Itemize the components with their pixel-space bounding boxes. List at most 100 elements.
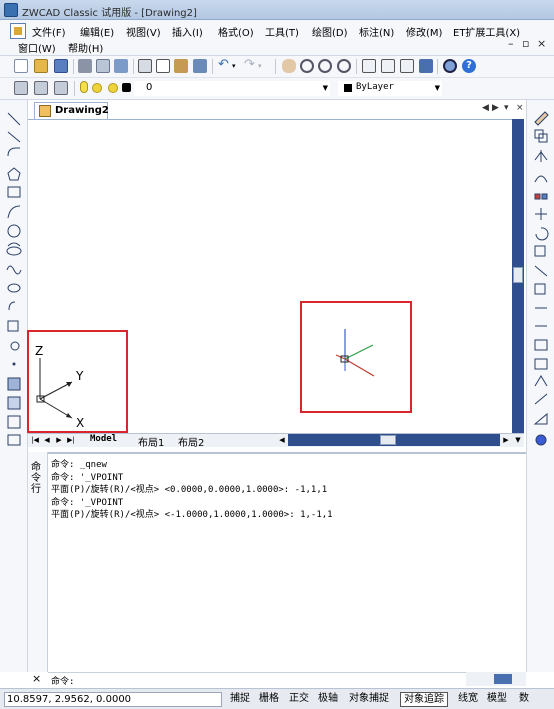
draw-toolbar [0,100,28,672]
help-icon[interactable]: ? [462,59,476,73]
scrollbar-thumb[interactable] [513,267,523,283]
draw-toolbar-icons [6,112,22,446]
make-block-icon [10,341,20,351]
scrollbar-thumb[interactable] [494,674,512,684]
menu-window[interactable]: 窗口(W) [18,40,56,55]
freeze-icon[interactable] [108,83,118,93]
copy-icon[interactable] [156,59,170,73]
prev-tab-button[interactable]: ◀ [42,435,52,446]
region-icon [7,415,21,429]
chevron-down-icon: ▼ [322,84,328,92]
menu-help[interactable]: 帮助(H) [68,40,103,55]
scroll-right-button[interactable]: ▶ [500,434,512,446]
model-button[interactable]: 模型 [484,692,510,707]
layer-manager-icon[interactable] [14,81,28,95]
command-history-line: 命令: _qnew [51,460,107,470]
otrack-button[interactable]: 对象追踪 [400,692,448,707]
command-prompt: 命令: [51,677,75,687]
minimize-button[interactable]: – [508,37,514,50]
open-icon[interactable] [34,59,48,73]
ortho-button[interactable]: 正交 [286,692,312,707]
undo-icon[interactable]: ↶ [218,58,232,73]
save-icon[interactable] [54,59,68,73]
last-tab-button[interactable]: ▶| [66,435,76,446]
insert-block-icon [7,320,19,332]
first-tab-button[interactable]: |◀ [30,435,40,446]
command-scrollbar[interactable] [514,454,526,670]
tab-layout2[interactable]: 布局2 [178,434,204,449]
layer-dropdown[interactable]: 0 ▼ [134,81,330,96]
pan-icon[interactable] [282,59,296,73]
ellipse-arc-icon [7,283,21,293]
close-doc-button[interactable]: × [537,37,546,50]
line-icon [7,112,21,126]
redo-dropdown-icon[interactable]: ▾ [258,59,272,73]
toolbar-separator [73,59,74,74]
zoom-icon[interactable] [443,59,457,73]
calculator-icon[interactable] [419,59,433,73]
canvas-horizontal-scrollbar[interactable] [276,434,512,446]
menu-insert[interactable]: 插入(I) [172,24,203,39]
digitizer-button[interactable]: 数 [516,692,532,707]
polar-button[interactable]: 极轴 [315,692,341,707]
design-center-icon[interactable] [381,59,395,73]
tab-layout1[interactable]: 布局1 [138,434,164,449]
menu-format[interactable]: 格式(O) [218,24,254,39]
snap-button[interactable]: 捕捉 [227,692,253,707]
zoom-previous-icon[interactable] [337,59,351,73]
command-input[interactable]: 命令: [48,672,466,687]
paste-icon[interactable] [174,59,188,73]
print-preview-icon[interactable] [96,59,110,73]
close-icon[interactable]: × [32,672,41,685]
lineweight-button[interactable]: 线宽 [455,692,481,707]
make-current-icon[interactable] [54,81,68,95]
properties-icon[interactable] [362,59,376,73]
menu-modify[interactable]: 修改(M) [406,24,442,39]
zoom-window-icon[interactable] [318,59,332,73]
rotate-icon [535,227,549,241]
light-bulb-icon[interactable] [80,81,88,93]
document-icon[interactable] [10,23,26,39]
tab-model[interactable]: Model [90,434,117,447]
scale-icon [534,245,546,257]
layer-previous-icon[interactable] [34,81,48,95]
osnap-button[interactable]: 对象捕捉 [346,692,392,707]
explode-icon [533,412,548,425]
canvas-vertical-scrollbar[interactable] [512,119,524,433]
menu-view[interactable]: 视图(V) [126,24,161,39]
menu-tools[interactable]: 工具(T) [265,24,299,39]
color-swatch [344,84,352,92]
publish-icon[interactable] [114,59,128,73]
redo-icon[interactable]: ↷ [244,58,258,73]
print-icon[interactable] [78,59,92,73]
menu-file[interactable]: 文件(F) [32,24,66,39]
command-history-line: 平面(P)/旋转(R)/<视点> <0.0000,0.0000,1.0000>:… [51,485,328,495]
grid-button[interactable]: 栅格 [256,692,282,707]
new-icon[interactable] [14,59,28,73]
command-horizontal-scrollbar[interactable] [466,672,526,686]
scroll-corner: ▼ [512,434,524,446]
menu-edit[interactable]: 编辑(E) [80,24,114,39]
scroll-left-button[interactable]: ◀ [276,434,288,446]
standard-toolbar: ↶ ▾ ↷ ▾ ? [0,56,554,78]
tab-drawing2[interactable]: Drawing2 [34,102,109,119]
revision-cloud-icon [7,242,21,247]
cut-icon[interactable] [138,59,152,73]
scrollbar-thumb[interactable] [380,435,396,445]
menu-dimension[interactable]: 标注(N) [359,24,394,39]
next-tab-button[interactable]: ▶ [54,435,64,446]
polyline-icon [7,147,20,157]
zoom-realtime-icon[interactable] [300,59,314,73]
tab-close-button[interactable]: × [516,103,524,113]
tab-next-button[interactable]: ▶ [492,103,499,113]
color-dropdown[interactable]: ByLayer ▼ [338,81,442,96]
window-title: ZWCAD Classic 试用版 - [Drawing2] [22,8,197,19]
menu-draw[interactable]: 绘图(D) [312,24,348,39]
sun-icon[interactable] [92,83,102,93]
tool-palette-icon[interactable] [400,59,414,73]
match-properties-icon[interactable] [193,59,207,73]
tab-prev-button[interactable]: ◀ [482,103,489,113]
tab-list-button[interactable]: ▾ [504,103,509,113]
restore-button[interactable]: ▫ [522,37,529,50]
modify-toolbar [526,100,554,672]
